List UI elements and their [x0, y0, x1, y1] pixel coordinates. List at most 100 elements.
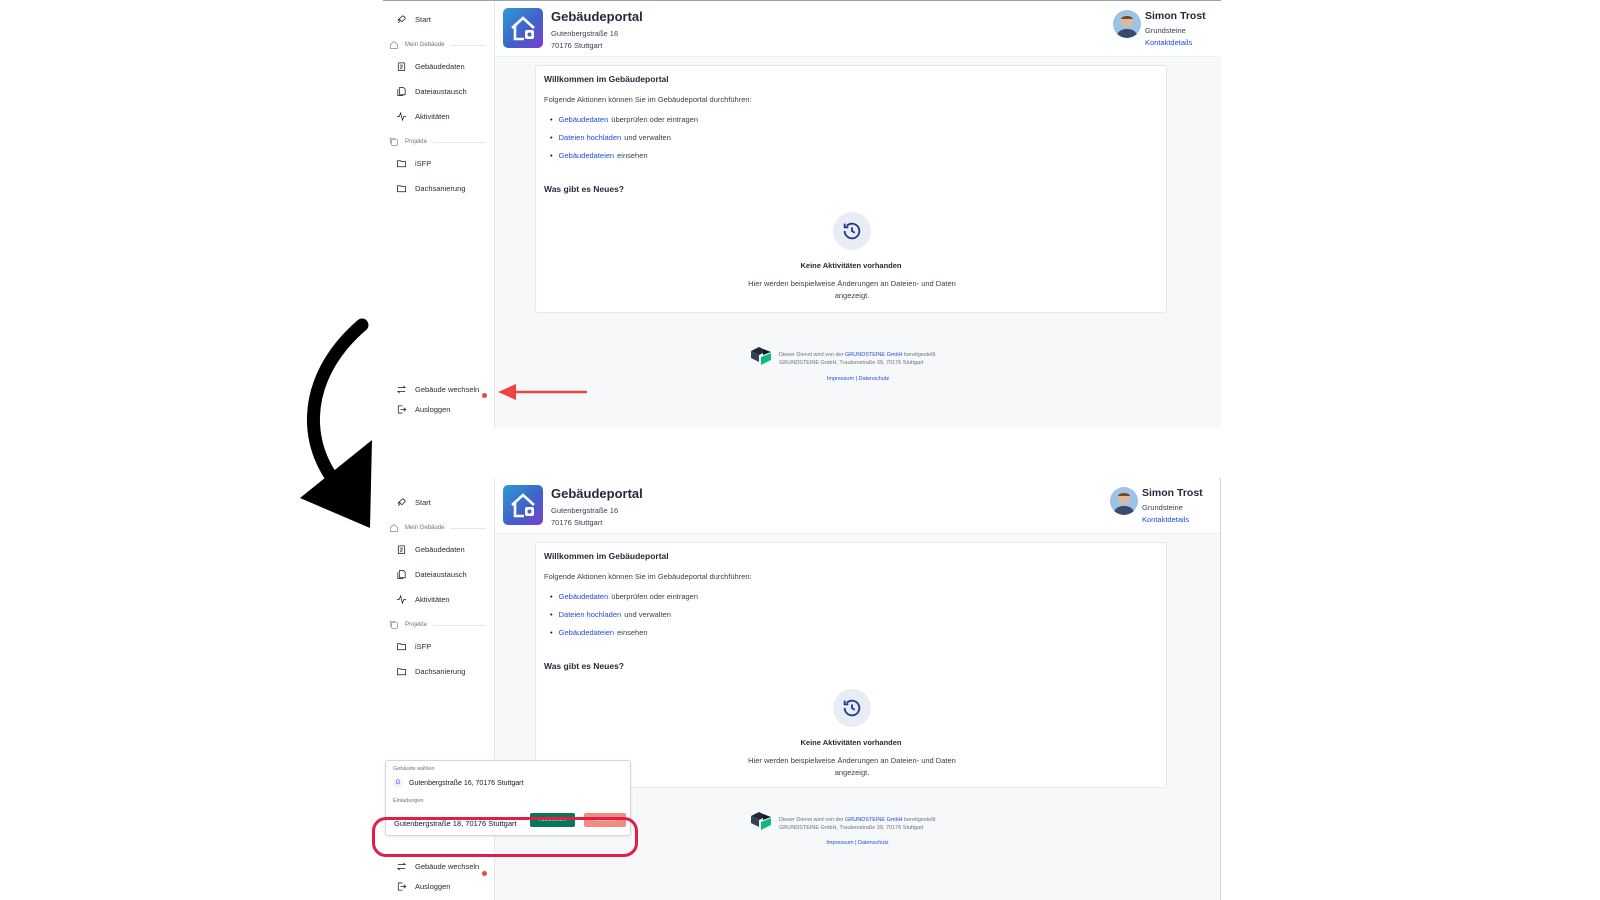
welcome-intro: Folgende Aktionen können Sie im Gebäudep…: [544, 572, 752, 581]
news-title: Was gibt es Neues?: [544, 184, 624, 194]
list-item: Dateien hochladenund verwalten: [544, 128, 698, 146]
list-item: Gebäudedateieneinsehen: [544, 623, 698, 641]
sidebar-item-logout[interactable]: Ausloggen: [395, 403, 450, 415]
brand-link[interactable]: GRUNDSTEINE GmbH: [845, 817, 902, 823]
history-icon: [833, 689, 871, 727]
sidebar-item-logout[interactable]: Ausloggen: [395, 880, 450, 892]
sidebar-item-roof-renovation[interactable]: Dachsanierung: [395, 665, 465, 677]
files-icon: [395, 568, 407, 580]
sidebar-item-label: Start: [415, 497, 431, 507]
sidebar-section-building: Mein Gebäude: [389, 40, 486, 50]
sidebar-item-start[interactable]: Start: [395, 13, 431, 25]
clipboard-icon: [395, 543, 407, 555]
sidebar-item-building-data[interactable]: Gebäudedaten: [395, 60, 465, 72]
building-data-link[interactable]: Gebäudedaten: [559, 115, 609, 124]
building-city: 70176 Stuttgart: [551, 518, 603, 527]
swap-arrows-icon: [395, 383, 407, 395]
portal-logo: [503, 485, 543, 525]
list-item: Gebäudedatenüberprüfen oder eintragen: [544, 110, 698, 128]
notification-dot: [482, 871, 487, 876]
sidebar-item-isfp[interactable]: iSFP: [395, 640, 431, 652]
sidebar-item-label: Dateiaustausch: [415, 569, 467, 579]
sidebar-section-projects: Projekte: [389, 137, 486, 147]
avatar[interactable]: [1110, 487, 1138, 515]
welcome-card: Willkommen im Gebäudeportal Folgende Akt…: [535, 65, 1167, 313]
sidebar-item-label: Gebäude wechseln: [415, 861, 480, 871]
user-organization: Grundsteine: [1142, 503, 1183, 512]
house-icon: [511, 493, 535, 518]
upload-files-link[interactable]: Dateien hochladen: [559, 133, 622, 142]
building-files-link[interactable]: Gebäudedateien: [559, 628, 614, 637]
folder-icon: [395, 182, 407, 194]
grundsteine-logo-icon: [751, 347, 771, 365]
sidebar-item-label: Ausloggen: [415, 404, 451, 414]
building-city: 70176 Stuttgart: [551, 41, 603, 50]
sidebar-item-label: Aktivitäten: [415, 111, 450, 121]
upload-files-link[interactable]: Dateien hochladen: [559, 610, 622, 619]
notification-dot: [482, 393, 487, 398]
sidebar-item-label: iSFP: [415, 641, 432, 651]
sidebar-item-activities[interactable]: Aktivitäten: [395, 110, 450, 122]
curved-arrow-icon: [300, 318, 372, 528]
building-street: Gutenbergstraße 16: [551, 506, 619, 515]
folder-icon: [395, 640, 407, 652]
sidebar-item-file-exchange[interactable]: Dateiaustausch: [395, 85, 467, 97]
user-organization: Grundsteine: [1145, 26, 1186, 35]
home-icon: [389, 524, 399, 532]
user-photo-icon: [1116, 15, 1138, 38]
files-icon: [395, 85, 407, 97]
main-content: Gebäudeportal Gutenbergstraße 16 70176 S…: [495, 1, 1221, 428]
sidebar-item-start[interactable]: Start: [395, 496, 431, 508]
building-files-link[interactable]: Gebäudedateien: [559, 151, 614, 160]
invitations-label: Einladungen: [393, 798, 424, 804]
rocket-icon: [395, 13, 407, 25]
rocket-icon: [395, 496, 407, 508]
sidebar-item-switch-building[interactable]: Gebäude wechseln: [395, 383, 479, 395]
sidebar-item-label: iSFP: [415, 158, 432, 168]
building-option[interactable]: G Gutenbergstraße 16, 70176 Stuttgart: [393, 778, 523, 788]
building-data-link[interactable]: Gebäudedaten: [559, 592, 609, 601]
building-street: Gutenbergstraße 16: [551, 29, 619, 38]
welcome-card: Willkommen im Gebäudeportal Folgende Akt…: [535, 542, 1167, 788]
contact-details-link[interactable]: Kontaktdetails: [1145, 38, 1211, 47]
user-name: Simon Trost: [1142, 487, 1203, 499]
highlight-ring: [372, 817, 638, 857]
sidebar-item-label: Aktivitäten: [415, 594, 450, 604]
sidebar-item-switch-building[interactable]: Gebäude wechseln: [395, 860, 479, 872]
empty-state-title: Keine Aktivitäten vorhanden: [800, 738, 902, 747]
folder-icon: [395, 665, 407, 677]
folder-icon: [395, 157, 407, 169]
sidebar-item-label: Dateiaustausch: [415, 86, 467, 96]
portal-logo: [503, 8, 543, 48]
logout-icon: [395, 403, 407, 415]
sidebar-item-roof-renovation[interactable]: Dachsanierung: [395, 182, 465, 194]
avatar[interactable]: [1113, 10, 1141, 38]
clipboard-icon: [395, 60, 407, 72]
action-list: Gebäudedatenüberprüfen oder eintragen Da…: [544, 110, 698, 164]
sidebar-item-label: Ausloggen: [415, 881, 451, 891]
house-icon: [511, 16, 535, 41]
empty-state-text: Hier werden beispielweise Änderungen an …: [748, 279, 956, 300]
contact-details-link[interactable]: Kontaktdetails: [1142, 515, 1208, 524]
building-badge: G: [393, 778, 403, 788]
footer-links[interactable]: Impressum | Datenschutz: [495, 376, 1221, 382]
list-item: Dateien hochladenund verwalten: [544, 605, 698, 623]
activity-icon: [395, 110, 407, 122]
sidebar: Start Mein Gebäude Gebäudedaten Dateiaus…: [383, 1, 495, 428]
user-name: Simon Trost: [1145, 10, 1206, 22]
welcome-title: Willkommen im Gebäudeportal: [544, 551, 669, 561]
list-item: Gebäudedateieneinsehen: [544, 146, 698, 164]
sidebar-item-building-data[interactable]: Gebäudedaten: [395, 543, 465, 555]
sidebar-item-label: Start: [415, 14, 431, 24]
grundsteine-logo-icon: [751, 812, 771, 830]
sidebar-item-isfp[interactable]: iSFP: [395, 157, 431, 169]
home-icon: [389, 41, 399, 49]
news-title: Was gibt es Neues?: [544, 661, 624, 671]
sidebar-section-building: Mein Gebäude: [389, 523, 486, 533]
brand-link[interactable]: GRUNDSTEINE GmbH: [845, 352, 902, 358]
header: Gebäudeportal Gutenbergstraße 16 70176 S…: [495, 478, 1220, 534]
swap-arrows-icon: [395, 860, 407, 872]
sidebar-item-activities[interactable]: Aktivitäten: [395, 593, 450, 605]
activity-icon: [395, 593, 407, 605]
sidebar-item-file-exchange[interactable]: Dateiaustausch: [395, 568, 467, 580]
